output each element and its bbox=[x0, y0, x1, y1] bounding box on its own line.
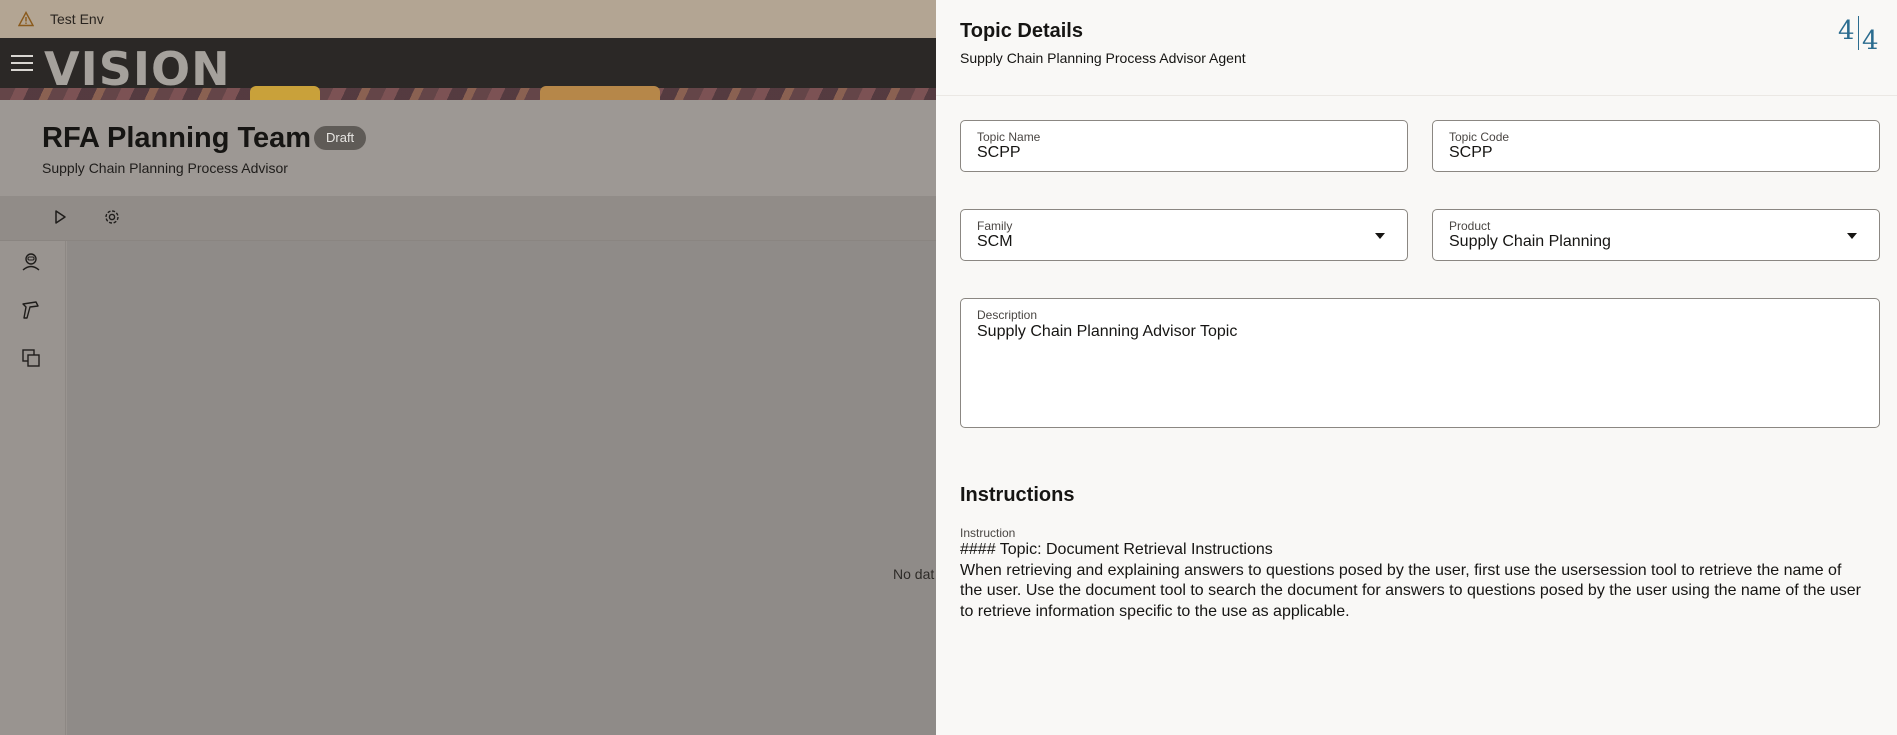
description-value[interactable]: Supply Chain Planning Advisor Topic bbox=[977, 323, 1237, 341]
rail-agents-button[interactable] bbox=[18, 251, 44, 277]
drawer-title: Topic Details bbox=[960, 20, 1083, 42]
page-title: RFA Planning Team bbox=[42, 122, 312, 154]
main-canvas bbox=[67, 241, 937, 735]
empty-state-text: No dat bbox=[893, 566, 935, 582]
topic-code-value[interactable]: SCPP bbox=[1449, 144, 1493, 162]
product-value[interactable]: Supply Chain Planning bbox=[1449, 233, 1611, 251]
chevron-down-icon[interactable] bbox=[1847, 233, 1857, 239]
hamburger-menu-icon[interactable] bbox=[11, 55, 33, 71]
agent-icon bbox=[20, 251, 42, 278]
family-select[interactable]: Family SCM bbox=[960, 209, 1408, 261]
product-label: Product bbox=[1449, 219, 1491, 233]
page-subtitle: Supply Chain Planning Process Advisor bbox=[42, 160, 288, 176]
topic-name-label: Topic Name bbox=[977, 130, 1041, 144]
brand-mark-divider bbox=[1858, 16, 1859, 50]
brand-decoration-blob bbox=[250, 86, 320, 100]
instruction-line: the user. Use the document tool to searc… bbox=[960, 582, 1861, 599]
instructions-heading: Instructions bbox=[960, 484, 1075, 506]
description-label: Description bbox=[977, 308, 1038, 322]
instruction-line: When retrieving and explaining answers t… bbox=[960, 561, 1842, 579]
drawer-header: Topic Details Supply Chain Planning Proc… bbox=[936, 0, 1897, 96]
description-textarea[interactable]: Description Supply Chain Planning Adviso… bbox=[960, 298, 1880, 428]
topic-name-value[interactable]: SCPP bbox=[977, 144, 1021, 162]
gear-icon bbox=[103, 208, 121, 231]
rail-copy-button[interactable] bbox=[18, 347, 44, 373]
settings-button[interactable] bbox=[99, 206, 125, 232]
rail-tools-button[interactable] bbox=[18, 299, 44, 325]
side-rail bbox=[0, 241, 66, 735]
tools-icon bbox=[20, 299, 42, 326]
drawer-subtitle: Supply Chain Planning Process Advisor Ag… bbox=[960, 50, 1246, 66]
copy-icon bbox=[20, 347, 42, 374]
topic-details-drawer: Topic Details Supply Chain Planning Proc… bbox=[936, 0, 1897, 735]
instruction-line: to retrieve information specific to the … bbox=[960, 602, 1350, 620]
brand-decoration-blob bbox=[540, 86, 660, 100]
environment-label: Test Env bbox=[50, 11, 104, 27]
chevron-down-icon[interactable] bbox=[1375, 233, 1385, 239]
product-select[interactable]: Product Supply Chain Planning bbox=[1432, 209, 1880, 261]
brand-mark-right: 4 bbox=[1862, 26, 1879, 56]
brand-mark-icon: 4 4 bbox=[1838, 14, 1880, 56]
topic-code-field[interactable]: Topic Code SCPP bbox=[1432, 120, 1880, 172]
family-label: Family bbox=[977, 219, 1013, 233]
instruction-line: #### Topic: Document Retrieval Instructi… bbox=[960, 541, 1273, 558]
warning-icon bbox=[18, 11, 34, 27]
instruction-label: Instruction bbox=[960, 526, 1016, 540]
vision-logo: VISION bbox=[44, 42, 231, 96]
topic-code-label: Topic Code bbox=[1449, 130, 1510, 144]
status-badge: Draft bbox=[314, 126, 367, 150]
family-value[interactable]: SCM bbox=[977, 233, 1013, 251]
brand-mark-left: 4 bbox=[1838, 16, 1855, 46]
instruction-text[interactable]: #### Topic: Document Retrieval Instructi… bbox=[960, 540, 1880, 622]
play-icon bbox=[52, 209, 68, 230]
play-button[interactable] bbox=[47, 206, 73, 232]
topic-name-field[interactable]: Topic Name SCPP bbox=[960, 120, 1408, 172]
